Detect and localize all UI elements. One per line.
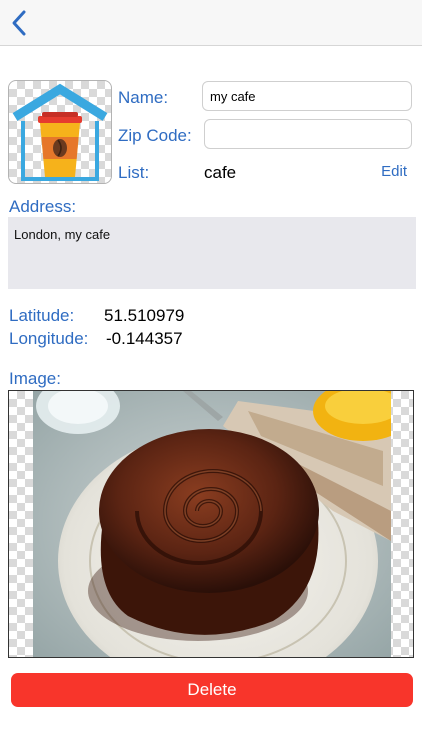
back-button[interactable]: [8, 9, 32, 37]
address-field[interactable]: London, my cafe: [8, 217, 416, 289]
latitude-label: Latitude:: [9, 306, 75, 325]
name-label: Name:: [118, 88, 169, 107]
latitude-value: 51.510979: [104, 306, 185, 325]
list-label: List:: [118, 163, 150, 182]
chevron-left-icon: [12, 10, 26, 36]
zip-code-field[interactable]: [204, 119, 412, 149]
place-detail-screen: Name: Zip Code: List: cafe Edit Address:…: [0, 0, 422, 750]
address-label: Address:: [9, 197, 77, 216]
image-label: Image:: [9, 369, 61, 388]
zip-code-label: Zip Code:: [118, 126, 192, 145]
list-value: cafe: [204, 163, 237, 182]
coffee-cup-house-icon: [12, 83, 108, 181]
place-thumbnail[interactable]: [8, 80, 112, 184]
longitude-value: -0.144357: [106, 329, 183, 348]
longitude-label: Longitude:: [9, 329, 89, 348]
name-field[interactable]: [202, 81, 412, 111]
delete-button[interactable]: Delete: [11, 673, 413, 707]
place-image[interactable]: [8, 390, 414, 658]
cake-photo: [33, 391, 391, 657]
navigation-bar: [0, 0, 422, 46]
edit-list-button[interactable]: Edit: [381, 163, 407, 180]
